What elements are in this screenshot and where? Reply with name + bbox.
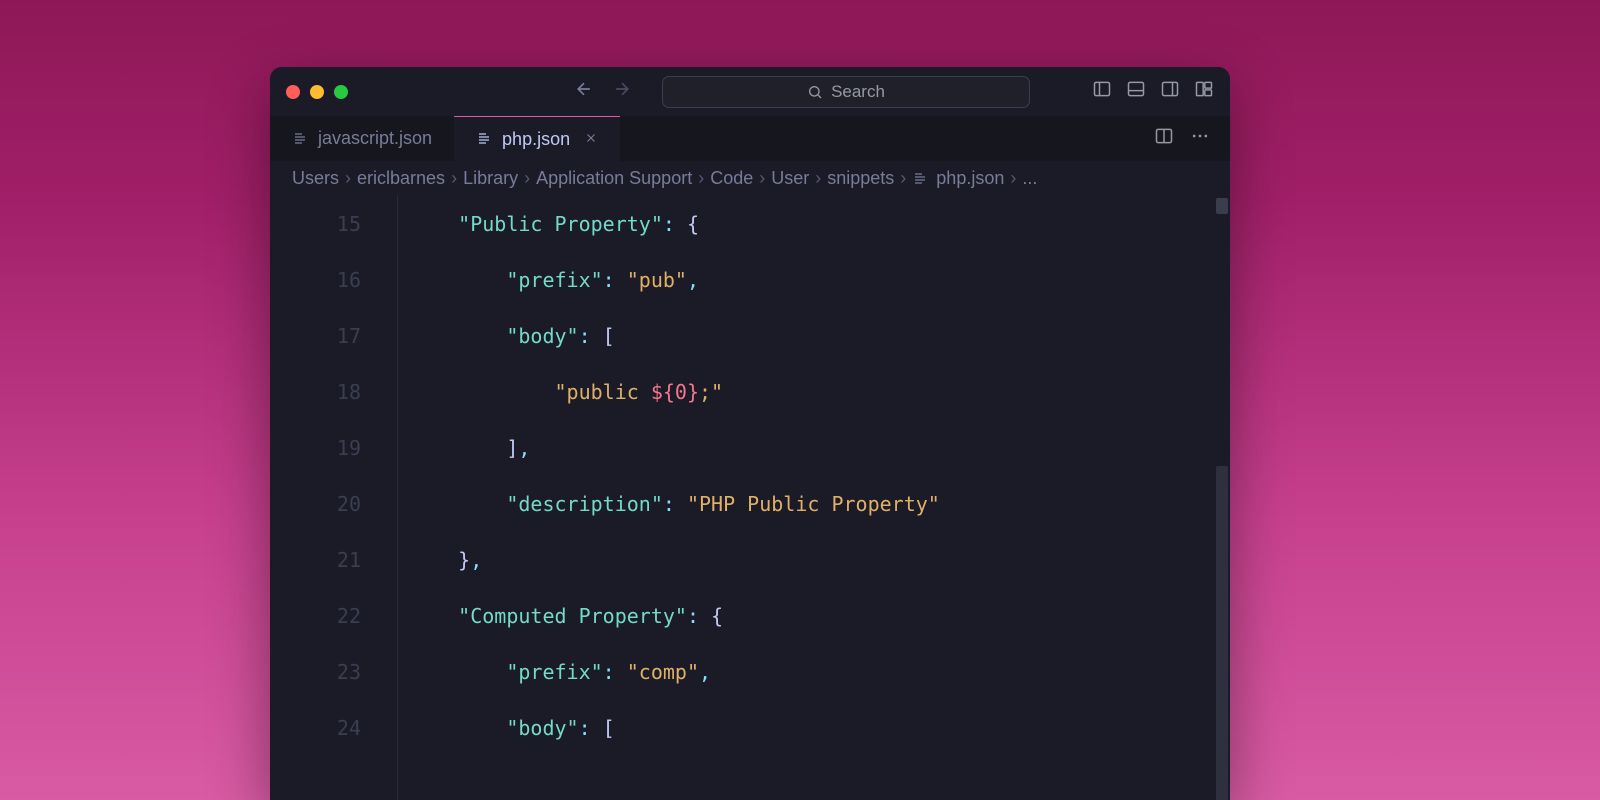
line-number: 22 <box>270 588 361 644</box>
line-number: 15 <box>270 196 361 252</box>
line-number: 21 <box>270 532 361 588</box>
code-line[interactable]: "prefix": "comp", <box>410 644 1230 700</box>
toggle-panel-icon[interactable] <box>1126 79 1146 104</box>
line-number-gutter: 15161718192021222324 <box>270 196 398 800</box>
breadcrumb-segment[interactable]: snippets <box>827 168 894 189</box>
breadcrumb-trailing[interactable]: ... <box>1022 168 1037 189</box>
code-line[interactable]: ], <box>410 420 1230 476</box>
window-controls <box>286 85 348 99</box>
close-window-button[interactable] <box>286 85 300 99</box>
customize-layout-icon[interactable] <box>1194 79 1214 104</box>
chevron-right-icon: › <box>345 168 351 189</box>
vertical-scrollbar[interactable] <box>1216 198 1228 800</box>
line-number: 17 <box>270 308 361 364</box>
nav-history <box>574 79 632 104</box>
tab-php-json[interactable]: php.json <box>454 116 620 161</box>
chevron-right-icon: › <box>759 168 765 189</box>
search-icon <box>807 84 823 100</box>
breadcrumb-file[interactable]: php.json <box>912 168 1004 189</box>
breadcrumb-segment[interactable]: Application Support <box>536 168 692 189</box>
toggle-primary-sidebar-icon[interactable] <box>1092 79 1112 104</box>
code-line[interactable]: "public ${0};" <box>410 364 1230 420</box>
line-number: 24 <box>270 700 361 756</box>
command-center-search[interactable]: Search <box>662 76 1030 108</box>
breadcrumb-segment[interactable]: User <box>771 168 809 189</box>
chevron-right-icon: › <box>698 168 704 189</box>
line-number: 18 <box>270 364 361 420</box>
line-number: 19 <box>270 420 361 476</box>
chevron-right-icon: › <box>451 168 457 189</box>
code-line[interactable]: }, <box>410 532 1230 588</box>
code-area[interactable]: "Public Property": { "prefix": "pub", "b… <box>398 196 1230 800</box>
titlebar-layout-controls <box>1092 79 1214 104</box>
titlebar: Search <box>270 67 1230 116</box>
file-icon <box>292 131 308 147</box>
line-number: 20 <box>270 476 361 532</box>
close-tab-button[interactable] <box>584 129 598 150</box>
breadcrumb-segment[interactable]: Library <box>463 168 518 189</box>
tab-bar: javascript.json php.json <box>270 116 1230 161</box>
code-editor[interactable]: 15161718192021222324 "Public Property": … <box>270 196 1230 800</box>
line-number: 16 <box>270 252 361 308</box>
line-number: 23 <box>270 644 361 700</box>
code-line[interactable]: "body": [ <box>410 308 1230 364</box>
chevron-right-icon: › <box>524 168 530 189</box>
close-icon <box>584 131 598 145</box>
scrollbar-overview-marker <box>1216 198 1228 214</box>
code-line[interactable]: "body": [ <box>410 700 1230 756</box>
code-line[interactable]: "Computed Property": { <box>410 588 1230 644</box>
tab-javascript-json[interactable]: javascript.json <box>270 116 454 161</box>
split-editor-icon[interactable] <box>1154 126 1174 151</box>
code-line[interactable]: "Public Property": { <box>410 196 1230 252</box>
breadcrumb-segment[interactable]: Code <box>710 168 753 189</box>
maximize-window-button[interactable] <box>334 85 348 99</box>
tab-label: php.json <box>502 129 570 150</box>
breadcrumb-segment[interactable]: ericlbarnes <box>357 168 445 189</box>
code-line[interactable]: "description": "PHP Public Property" <box>410 476 1230 532</box>
more-actions-icon[interactable] <box>1190 126 1210 151</box>
code-line[interactable]: "prefix": "pub", <box>410 252 1230 308</box>
file-icon <box>476 131 492 147</box>
nav-forward-button[interactable] <box>612 79 632 104</box>
toggle-secondary-sidebar-icon[interactable] <box>1160 79 1180 104</box>
breadcrumb[interactable]: Users › ericlbarnes › Library › Application… <box>270 161 1230 196</box>
breadcrumb-segment[interactable]: Users <box>292 168 339 189</box>
minimize-window-button[interactable] <box>310 85 324 99</box>
chevron-right-icon: › <box>815 168 821 189</box>
editor-window: Search javascript.json php.json Users › <box>270 67 1230 800</box>
scrollbar-thumb[interactable] <box>1216 466 1228 800</box>
chevron-right-icon: › <box>1010 168 1016 189</box>
nav-back-button[interactable] <box>574 79 594 104</box>
file-icon <box>912 171 928 187</box>
tab-label: javascript.json <box>318 128 432 149</box>
chevron-right-icon: › <box>900 168 906 189</box>
search-placeholder: Search <box>831 82 885 102</box>
